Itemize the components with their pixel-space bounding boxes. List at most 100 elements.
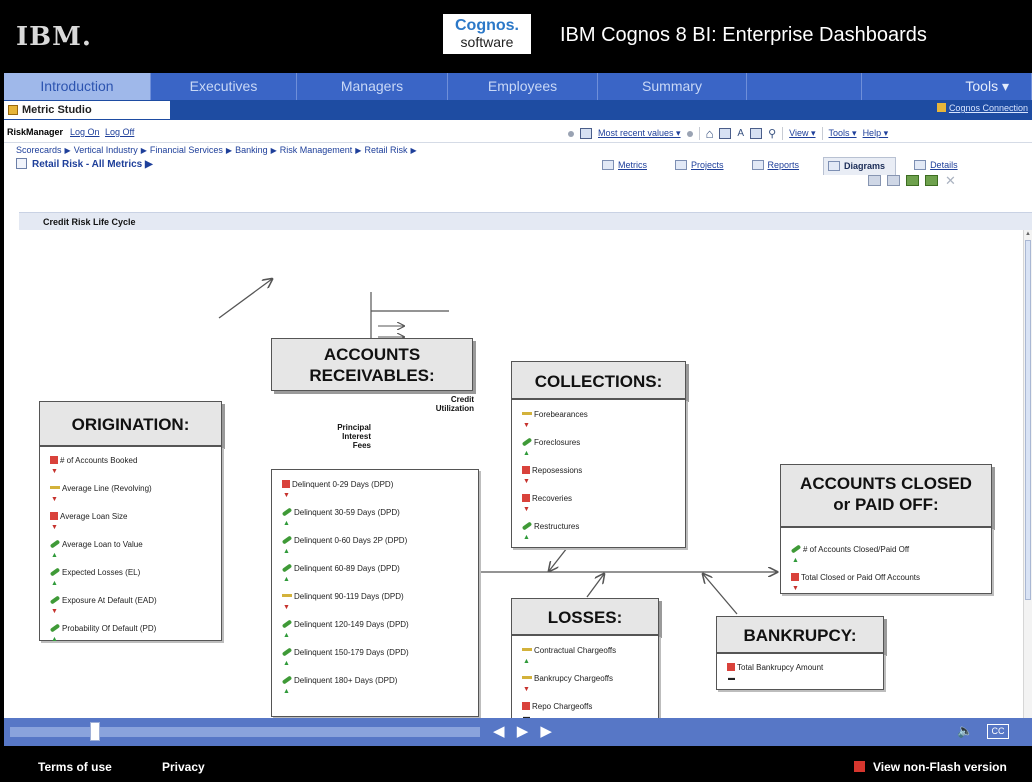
metric-row[interactable]: Delinquent 150-179 Days (DPD) ▲ xyxy=(272,643,478,671)
metric-row[interactable]: Average Loan Size ▼ xyxy=(40,507,221,535)
metric-row[interactable]: Contractual Chargeoffs ▲ xyxy=(512,641,658,669)
metric-row[interactable]: Average Line (Revolving) ▼ xyxy=(40,479,221,507)
list-view-icon[interactable] xyxy=(887,175,900,186)
progress-track[interactable] xyxy=(10,727,480,737)
metric-label: Delinquent 0-29 Days (DPD) xyxy=(292,480,394,489)
closed-header[interactable]: ACCOUNTS CLOSED or PAID OFF: xyxy=(780,464,992,527)
bankruptcy-header[interactable]: BANKRUPCY: xyxy=(716,616,884,653)
scroll-up-icon[interactable]: ▲ xyxy=(1025,231,1031,237)
search-icon[interactable]: ⚲ xyxy=(768,127,776,140)
metric-row[interactable]: Total Closed or Paid Off Accounts ▼ xyxy=(781,568,991,596)
grid-view-icon[interactable] xyxy=(868,175,881,186)
metric-row[interactable]: Forebearances ▼ xyxy=(512,405,685,433)
trend-down-icon: ▼ xyxy=(283,604,290,611)
breadcrumb-item[interactable]: Retail Risk xyxy=(364,145,407,155)
tab-diagrams[interactable]: Diagrams xyxy=(823,157,897,175)
toolbar-right: Most recent values ▾ ⌂ A ⚲ View ▾ Tools … xyxy=(568,126,888,141)
edit-diagram-icon[interactable] xyxy=(925,175,938,186)
nav-tab-1[interactable]: Executives xyxy=(151,73,297,100)
metric-row[interactable]: Bankrupcy Chargeoffs ▼ xyxy=(512,669,658,697)
metric-row[interactable]: Delinquent 90-119 Days (DPD) ▼ xyxy=(272,587,478,615)
metric-label: Bankrupcy Chargeoffs xyxy=(534,674,614,683)
breadcrumb-item[interactable]: Vertical Industry xyxy=(74,145,138,155)
metrics-icon xyxy=(602,160,614,170)
terms-link[interactable]: Terms of use xyxy=(38,760,112,774)
metric-row[interactable]: Delinquent 180+ Days (DPD) ▲ xyxy=(272,671,478,699)
metric-row[interactable]: Reposessions ▼ xyxy=(512,461,685,489)
values-menu[interactable]: Most recent values ▾ xyxy=(598,128,681,139)
origination-header[interactable]: ORIGINATION: xyxy=(39,401,222,446)
metric-row[interactable]: Delinquent 0-29 Days (DPD) ▼ xyxy=(272,475,478,503)
cognos-connection-link[interactable]: Cognos Connection xyxy=(936,103,1028,113)
metric-row[interactable]: Delinquent 120-149 Days (DPD) ▲ xyxy=(272,615,478,643)
metric-row[interactable]: # of Accounts Booked ▼ xyxy=(40,451,221,479)
breadcrumb-item[interactable]: Risk Management xyxy=(280,145,353,155)
trend-down-icon: ▼ xyxy=(523,478,530,485)
diagram-scrollbar[interactable]: ▲ xyxy=(1023,230,1032,718)
status-red-icon xyxy=(522,494,530,502)
add-diagram-icon[interactable] xyxy=(906,175,919,186)
tab-details[interactable]: Details xyxy=(910,157,968,175)
metric-row[interactable]: # of Accounts Closed/Paid Off ▲ xyxy=(781,540,991,568)
playback-controls[interactable]: ◀ ▶ ▶ xyxy=(493,722,556,740)
closed-caption-button[interactable]: CC xyxy=(987,724,1009,739)
status-green-icon xyxy=(521,437,533,447)
losses-to-flow-arrow xyxy=(586,574,604,598)
tab-reports-label: Reports xyxy=(767,160,800,170)
font-size-icon[interactable]: A xyxy=(737,128,744,139)
scorecard-title-label: Retail Risk - All Metrics ▶ xyxy=(32,159,153,170)
toolbar-divider xyxy=(782,127,784,140)
tab-metrics[interactable]: Metrics xyxy=(598,157,657,175)
breadcrumb-item[interactable]: Scorecards xyxy=(16,145,62,155)
next-icon[interactable] xyxy=(686,130,693,137)
metric-row[interactable]: Expected Losses (EL) ▲ xyxy=(40,563,221,591)
nav-tab-6[interactable]: Tools ▾ xyxy=(862,73,1032,100)
log-off-link[interactable]: Log Off xyxy=(105,127,134,137)
tab-metric-studio[interactable]: Metric Studio xyxy=(4,101,170,119)
log-on-link[interactable]: Log On xyxy=(70,127,100,137)
metric-row[interactable]: Delinquent 60-89 Days (DPD) ▲ xyxy=(272,559,478,587)
tools-menu[interactable]: Tools ▾ xyxy=(829,128,857,139)
scorecard-title[interactable]: Retail Risk - All Metrics ▶ xyxy=(16,158,153,170)
losses-header[interactable]: LOSSES: xyxy=(511,598,659,635)
print-icon[interactable] xyxy=(719,128,732,139)
receivables-header[interactable]: ACCOUNTS RECEIVABLES: xyxy=(271,338,473,391)
glossary-icon[interactable] xyxy=(750,128,763,139)
metric-label: Average Loan Size xyxy=(60,512,128,521)
help-menu[interactable]: Help ▾ xyxy=(863,128,889,139)
non-flash-link[interactable]: View non-Flash version xyxy=(854,760,1007,774)
privacy-link[interactable]: Privacy xyxy=(162,760,205,774)
metric-row[interactable]: Exposure At Default (EAD) ▼ xyxy=(40,591,221,619)
metric-row[interactable]: Foreclosures ▲ xyxy=(512,433,685,461)
closed-metrics: # of Accounts Closed/Paid Off ▲ Total Clos… xyxy=(780,527,992,594)
nav-tab-3[interactable]: Employees xyxy=(448,73,598,100)
tab-reports[interactable]: Reports xyxy=(748,157,810,175)
tab-projects[interactable]: Projects xyxy=(671,157,734,175)
breadcrumb-item[interactable]: Banking xyxy=(235,145,268,155)
previous-icon[interactable] xyxy=(568,130,574,137)
metric-row[interactable]: Delinquent 30-59 Days (DPD) ▲ xyxy=(272,503,478,531)
nav-tab-0[interactable]: Introduction xyxy=(4,73,151,100)
metric-row[interactable]: Restructures ▲ xyxy=(512,517,685,545)
breadcrumb-item[interactable]: Financial Services xyxy=(150,145,223,155)
trend-up-icon: ▲ xyxy=(523,658,530,665)
metric-label: # of Accounts Closed/Paid Off xyxy=(803,545,910,554)
metric-row[interactable]: Recoveries ▼ xyxy=(512,489,685,517)
diagram-toolbar: ✕ xyxy=(868,174,957,187)
delete-icon[interactable]: ✕ xyxy=(944,174,957,187)
nav-tab-4[interactable]: Summary xyxy=(598,73,747,100)
view-menu[interactable]: View ▾ xyxy=(789,128,815,139)
collections-header[interactable]: COLLECTIONS: xyxy=(511,361,686,399)
volume-icon[interactable]: 🔈 xyxy=(957,723,973,739)
metric-row[interactable]: Total Bankrupcy Amount ▬ xyxy=(717,658,883,686)
metric-label: Average Loan to Value xyxy=(62,540,143,549)
metric-row[interactable]: Delinquent 0-60 Days 2P (DPD) ▲ xyxy=(272,531,478,559)
progress-knob[interactable] xyxy=(90,722,100,741)
nav-tab-5[interactable] xyxy=(747,73,862,100)
metric-row[interactable]: Average Loan to Value ▲ xyxy=(40,535,221,563)
home-icon[interactable]: ⌂ xyxy=(706,126,714,141)
scrollbar-thumb[interactable] xyxy=(1025,240,1031,600)
nav-tab-2[interactable]: Managers xyxy=(297,73,448,100)
metric-row[interactable]: Probability Of Default (PD) ▲ xyxy=(40,619,221,647)
metric-label: Delinquent 180+ Days (DPD) xyxy=(294,676,398,685)
